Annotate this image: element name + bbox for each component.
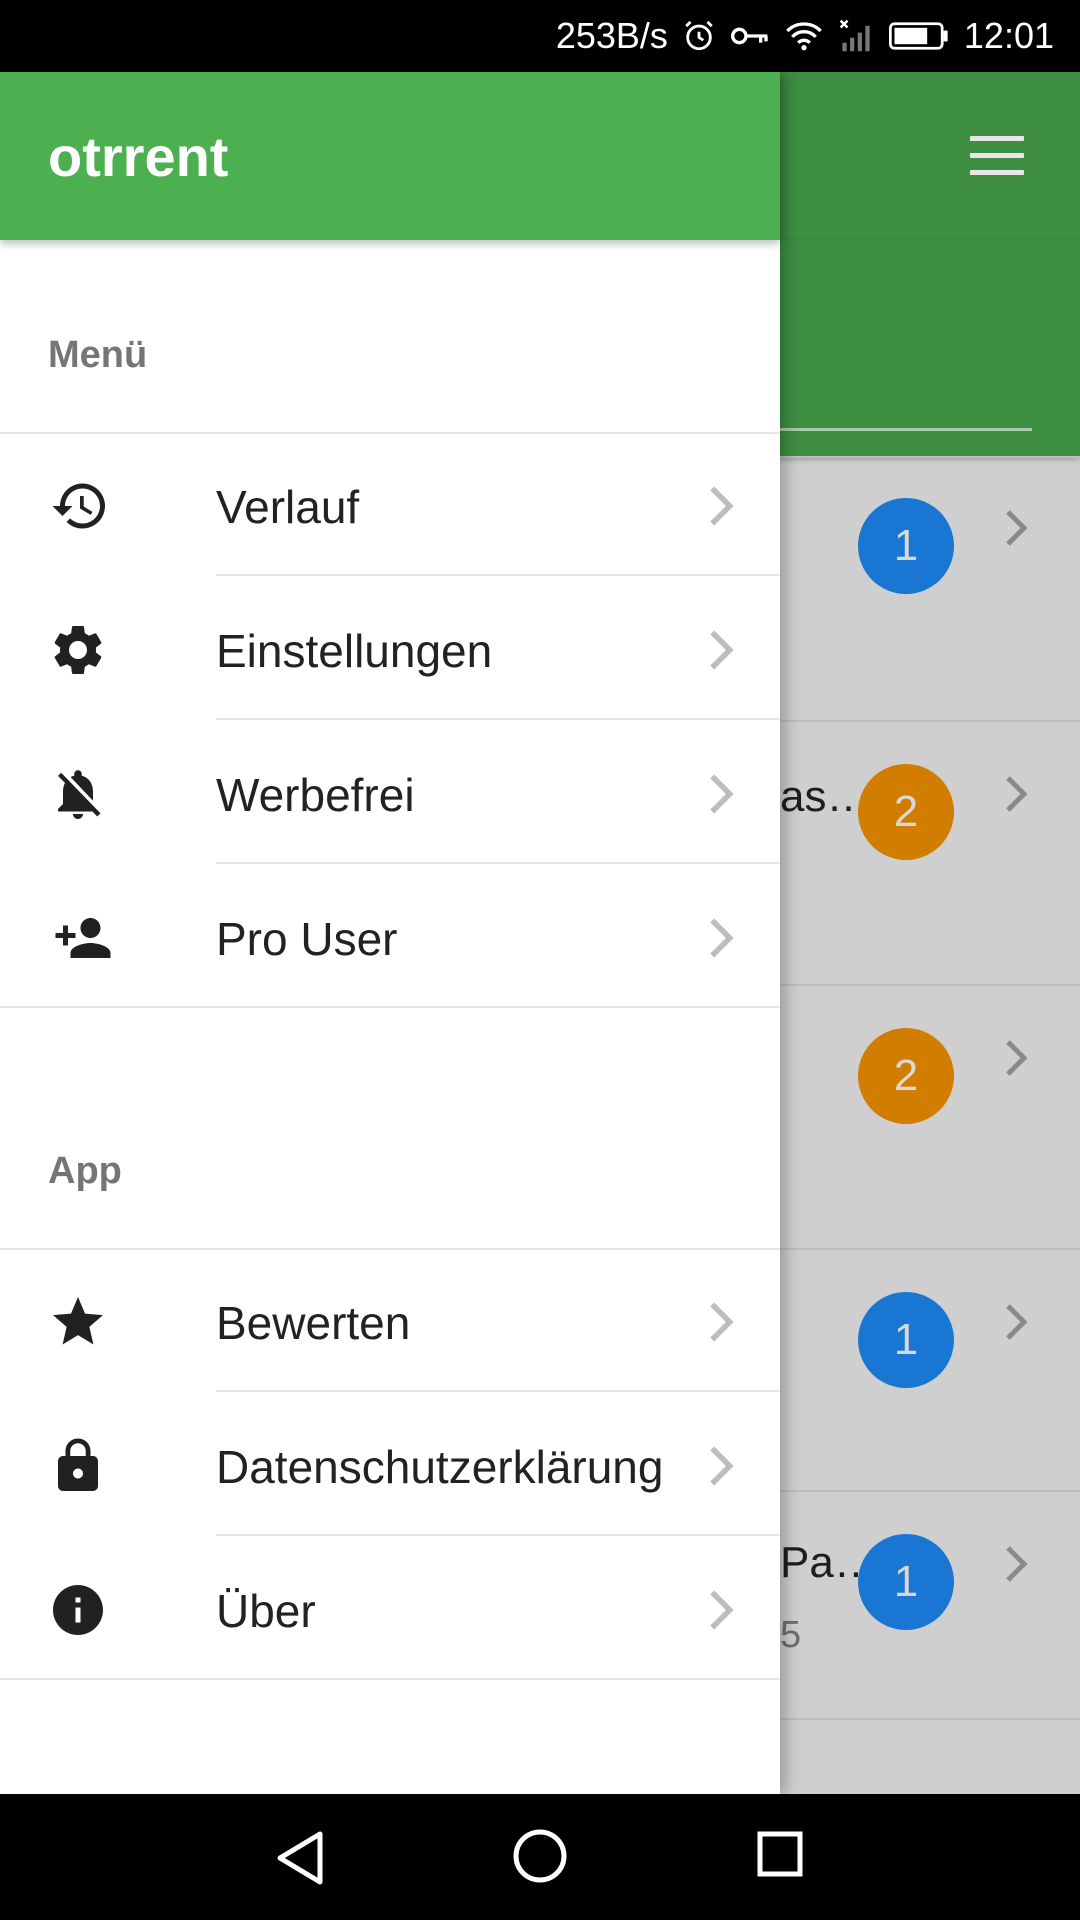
chevron-right-icon — [1004, 508, 1028, 553]
alarm-icon — [682, 19, 716, 53]
notifications-off-icon — [48, 764, 108, 824]
app-title: otrrent — [48, 125, 229, 188]
net-speed: 253B/s — [555, 15, 668, 56]
hamburger-menu-icon[interactable] — [970, 136, 1024, 176]
navigation-drawer: otrrent Menü Verlauf Einstellungen Werbe… — [0, 72, 780, 1794]
menu-item-ueber[interactable]: Über — [0, 1538, 780, 1680]
wifi-icon — [784, 19, 824, 53]
chevron-right-icon — [706, 484, 736, 528]
menu-item-pro-user[interactable]: Pro User — [0, 866, 780, 1008]
info-icon — [48, 1580, 108, 1640]
list-item-title: as… — [780, 772, 871, 821]
menu-item-bewerten[interactable]: Bewerten — [0, 1250, 780, 1392]
section-label-menu: Menü — [48, 334, 148, 376]
divider — [216, 862, 780, 864]
count-badge: 1 — [858, 498, 954, 594]
divider — [216, 1390, 780, 1392]
lock-icon — [48, 1436, 108, 1496]
chevron-right-icon — [706, 916, 736, 960]
menu-item-label: Über — [216, 1585, 316, 1637]
divider — [216, 718, 780, 720]
menu-item-label: Verlauf — [216, 481, 360, 533]
count-badge: 2 — [858, 764, 954, 860]
section-label-app: App — [48, 1150, 122, 1192]
list-item-subtitle: 5 — [780, 1614, 802, 1656]
clock: 12:01 — [963, 15, 1054, 56]
recents-button[interactable] — [756, 1830, 804, 1878]
home-button[interactable] — [512, 1828, 568, 1884]
history-icon — [48, 476, 108, 536]
chevron-right-icon — [706, 628, 736, 672]
drawer-header: otrrent — [0, 72, 780, 240]
menu-item-label: Einstellungen — [216, 625, 493, 677]
vpn-key-icon — [730, 21, 770, 51]
chevron-right-icon — [1004, 1038, 1028, 1083]
back-button[interactable] — [272, 1828, 328, 1888]
count-badge: 1 — [858, 1292, 954, 1388]
menu-item-label: Werbefrei — [216, 769, 415, 821]
system-navigation-bar — [0, 1794, 1080, 1920]
menu-item-datenschutz[interactable]: Datenschutzerklärung — [0, 1394, 780, 1536]
chevron-right-icon — [706, 1588, 736, 1632]
chevron-right-icon — [706, 772, 736, 816]
status-bar: 253B/s 12:01 — [0, 0, 1080, 72]
divider — [216, 1534, 780, 1536]
battery-icon — [888, 21, 950, 51]
menu-item-verlauf[interactable]: Verlauf — [0, 434, 780, 576]
divider — [216, 574, 780, 576]
divider — [0, 1006, 780, 1008]
menu-item-label: Datenschutzerklärung — [216, 1441, 664, 1493]
menu-item-label: Pro User — [216, 913, 398, 965]
chevron-right-icon — [1004, 1544, 1028, 1589]
menu-item-werbefrei[interactable]: Werbefrei — [0, 722, 780, 864]
chevron-right-icon — [1004, 1302, 1028, 1347]
count-badge: 2 — [858, 1028, 954, 1124]
star-icon — [48, 1292, 108, 1352]
divider — [0, 1678, 780, 1680]
chevron-right-icon — [1004, 774, 1028, 819]
menu-item-label: Bewerten — [216, 1297, 411, 1349]
chevron-right-icon — [706, 1444, 736, 1488]
count-badge: 1 — [858, 1534, 954, 1630]
chevron-right-icon — [706, 1300, 736, 1344]
person-add-icon — [48, 908, 111, 968]
gear-icon — [48, 620, 108, 680]
menu-item-einstellungen[interactable]: Einstellungen — [0, 578, 780, 720]
signal-icon — [838, 19, 874, 53]
